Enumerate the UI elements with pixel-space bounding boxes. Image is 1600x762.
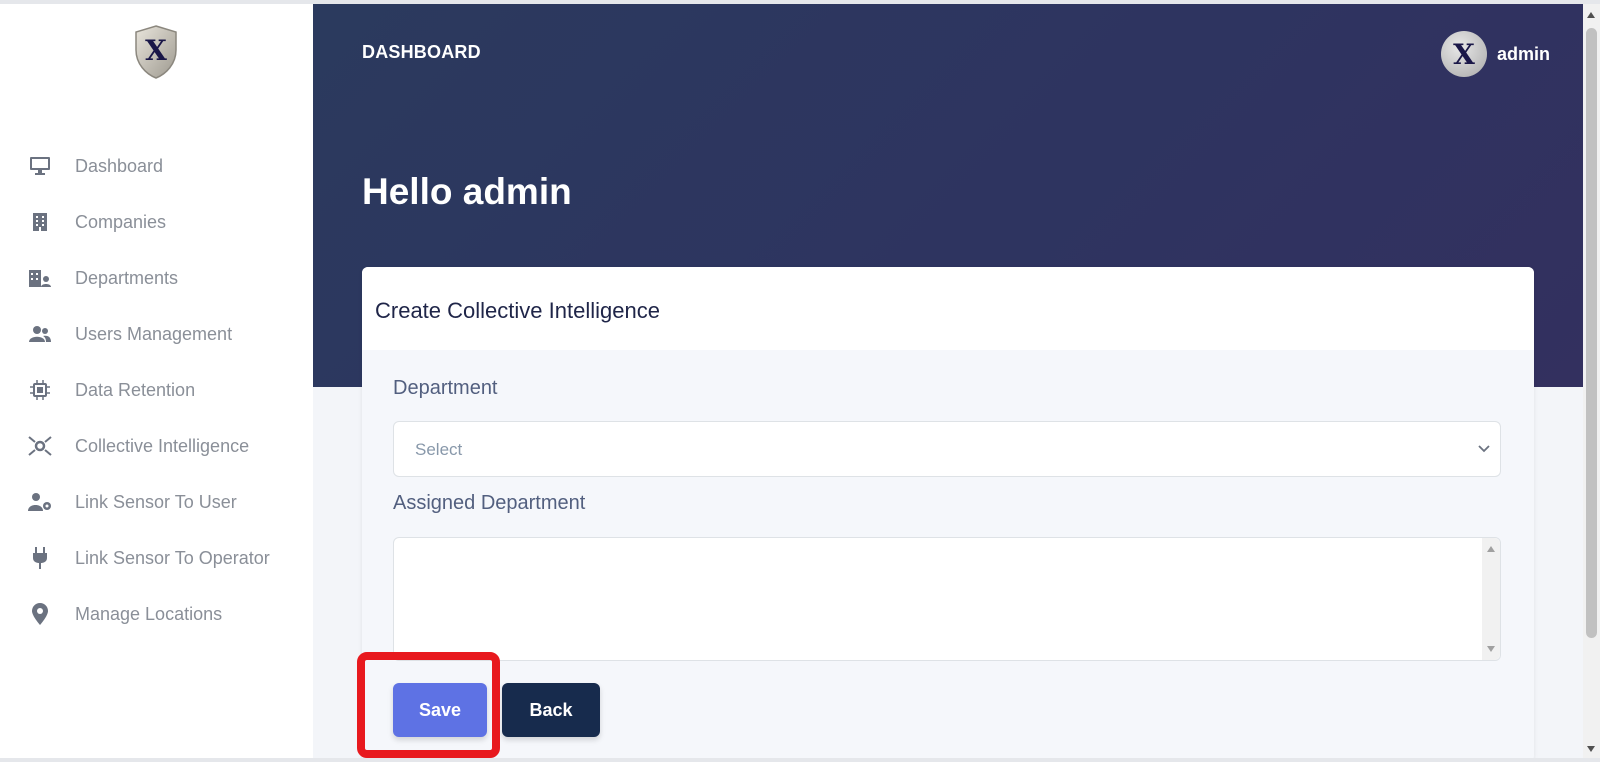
scroll-down-arrow-icon[interactable]	[1487, 646, 1495, 652]
users-icon	[28, 322, 52, 346]
sidebar-item-label: Collective Intelligence	[75, 435, 250, 456]
department-select[interactable]: Select	[393, 421, 1501, 477]
plug-icon	[28, 546, 52, 570]
breadcrumb[interactable]: DASHBOARD	[362, 42, 481, 63]
department-icon	[28, 266, 52, 290]
sidebar-item-manage-locations[interactable]: Manage Locations	[0, 586, 313, 642]
monitor-icon	[28, 154, 52, 178]
user-name[interactable]: admin	[1497, 44, 1550, 65]
app-logo[interactable]: X	[133, 24, 179, 80]
save-button[interactable]: Save	[393, 683, 487, 737]
sidebar-item-label: Link Sensor To User	[75, 491, 237, 512]
assigned-department-textarea[interactable]	[393, 537, 1501, 661]
chip-icon	[28, 378, 52, 402]
svg-text:X: X	[145, 34, 167, 67]
department-select-value: Select	[415, 440, 463, 459]
sidebar-item-label: Dashboard	[75, 155, 164, 176]
sidebar-item-dashboard[interactable]: Dashboard	[0, 138, 313, 194]
back-button[interactable]: Back	[502, 683, 600, 737]
sidebar-item-data-retention[interactable]: Data Retention	[0, 362, 313, 418]
sidebar-item-label: Departments	[75, 267, 179, 288]
sidebar-item-link-sensor-to-user[interactable]: Link Sensor To User	[0, 474, 313, 530]
page-scrollbar[interactable]	[1583, 4, 1600, 758]
sidebar-item-label: Users Management	[75, 323, 233, 344]
form-card: Create Collective Intelligence Departmen…	[362, 267, 1534, 762]
network-icon	[28, 434, 52, 458]
building-icon	[28, 210, 52, 234]
card-title: Create Collective Intelligence	[375, 298, 660, 323]
sidebar: X Dashboard Companies Departments Users …	[0, 4, 313, 758]
chevron-down-icon	[1478, 445, 1490, 453]
department-label: Department	[393, 377, 498, 399]
sidebar-item-label: Data Retention	[75, 379, 196, 400]
sidebar-item-departments[interactable]: Departments	[0, 250, 313, 306]
scroll-up-arrow-icon[interactable]	[1487, 546, 1495, 552]
user-menu[interactable]: X admin	[1440, 31, 1550, 77]
svg-text:X: X	[1453, 39, 1475, 69]
page-greeting: Hello admin	[362, 171, 572, 212]
card-header: Create Collective Intelligence	[362, 267, 1534, 350]
sidebar-item-label: Manage Locations	[75, 603, 223, 624]
scrollbar-thumb[interactable]	[1586, 28, 1597, 638]
avatar-logo-icon: X	[1453, 39, 1475, 69]
sidebar-item-users-management[interactable]: Users Management	[0, 306, 313, 362]
shield-logo-icon: X	[135, 25, 177, 79]
sidebar-item-label: Companies	[75, 211, 167, 232]
map-pin-icon	[28, 602, 52, 626]
assigned-department-label: Assigned Department	[393, 492, 586, 514]
sidebar-item-label: Link Sensor To Operator	[75, 547, 270, 568]
user-gear-icon	[28, 490, 52, 514]
sidebar-item-collective-intelligence[interactable]: Collective Intelligence	[0, 418, 313, 474]
bottom-border	[0, 758, 1600, 762]
sidebar-nav: Dashboard Companies Departments Users Ma…	[0, 138, 313, 642]
textarea-scrollbar[interactable]	[1482, 538, 1500, 660]
scroll-up-arrow-icon[interactable]	[1587, 12, 1595, 18]
scroll-down-arrow-icon[interactable]	[1587, 746, 1595, 752]
avatar[interactable]: X	[1440, 31, 1487, 77]
sidebar-item-companies[interactable]: Companies	[0, 194, 313, 250]
sidebar-item-link-sensor-to-operator[interactable]: Link Sensor To Operator	[0, 530, 313, 586]
